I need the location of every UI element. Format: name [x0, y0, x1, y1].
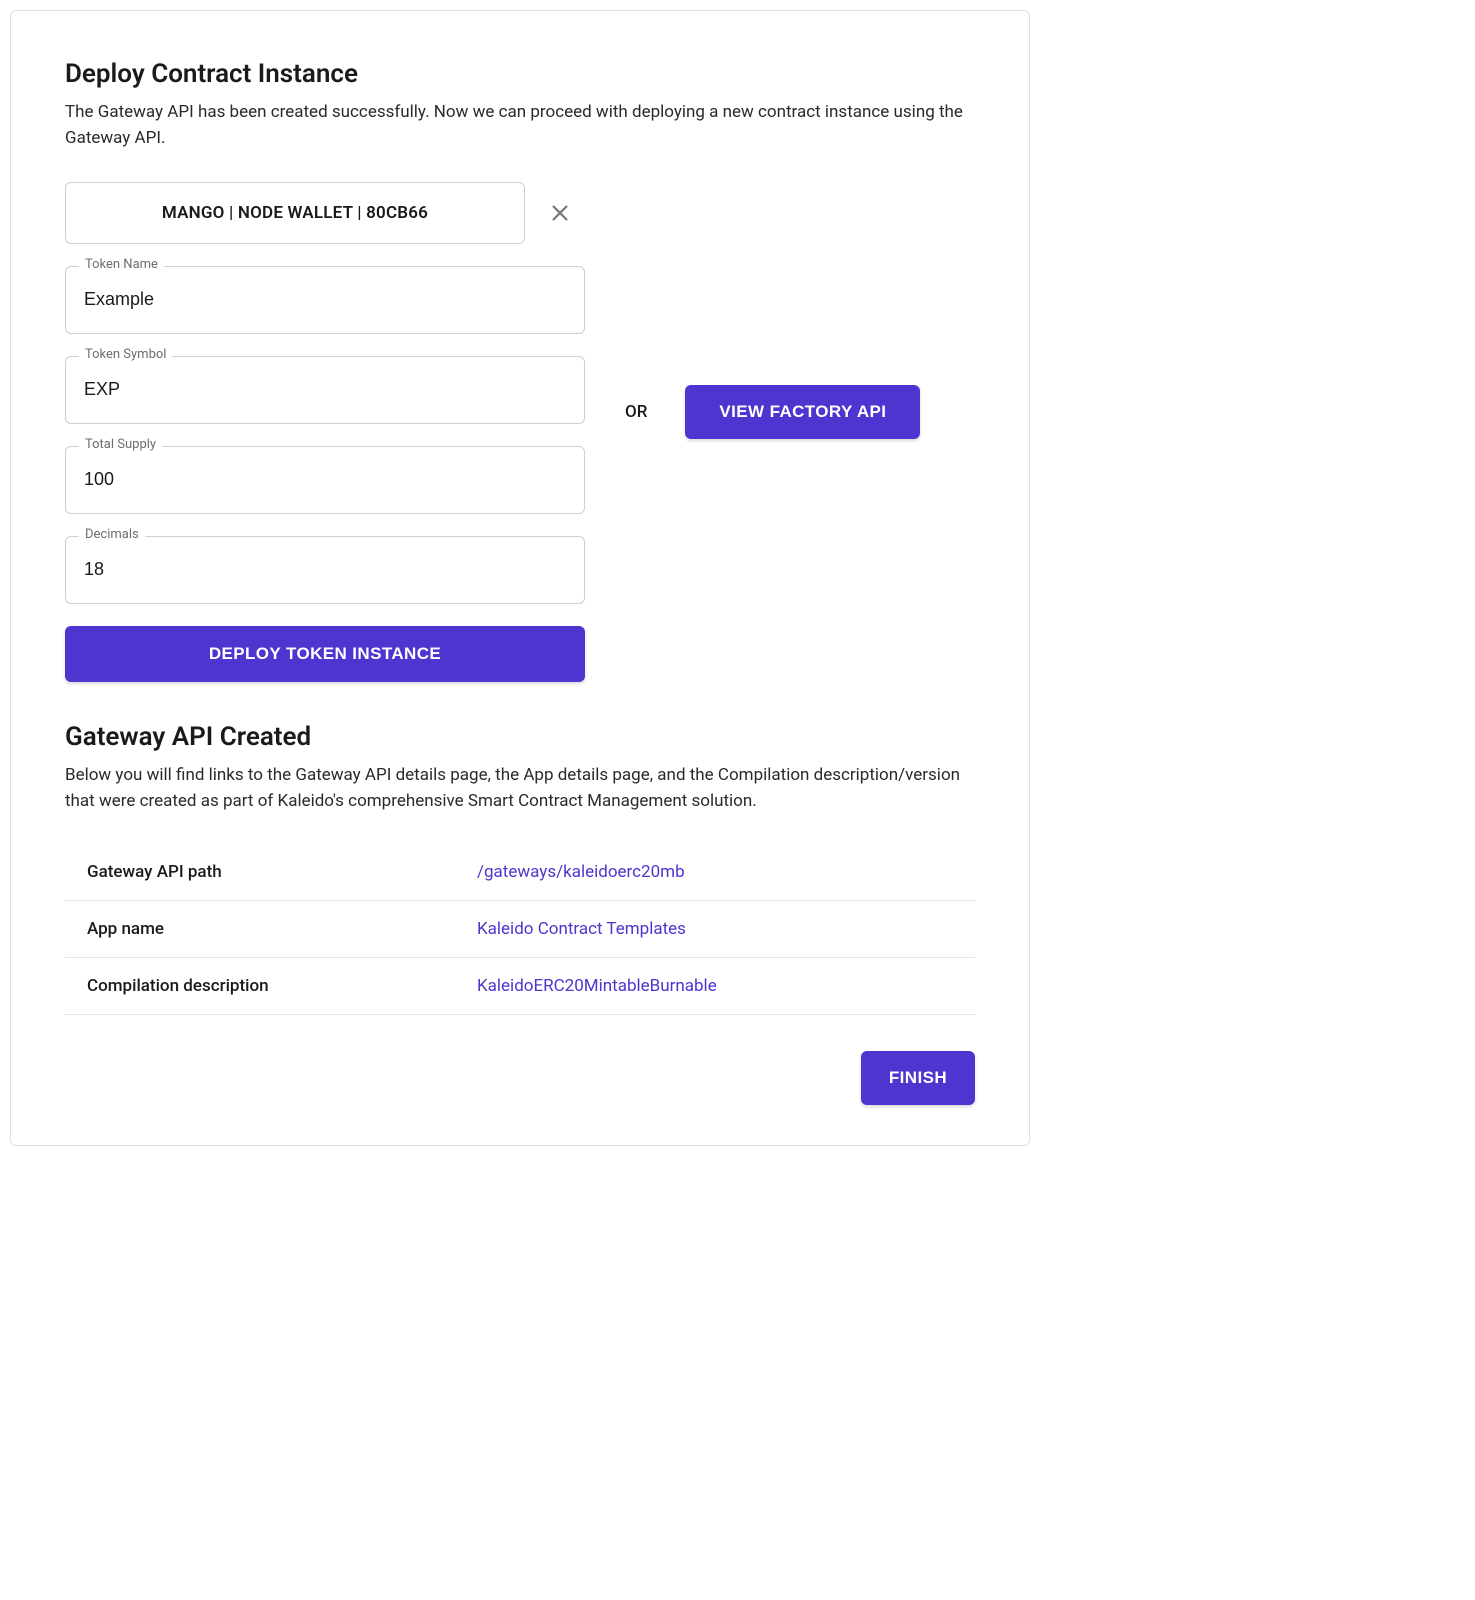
close-icon[interactable]: [549, 202, 571, 224]
token-symbol-label: Token Symbol: [79, 347, 172, 362]
compilation-link[interactable]: KaleidoERC20MintableBurnable: [477, 976, 717, 996]
decimals-input[interactable]: [65, 536, 585, 604]
deploy-form: MANGO | NODE WALLET | 80CB66 Token Name …: [65, 182, 585, 682]
wallet-row: MANGO | NODE WALLET | 80CB66: [65, 182, 585, 244]
wallet-selector[interactable]: MANGO | NODE WALLET | 80CB66: [65, 182, 525, 244]
info-label: Gateway API path: [87, 862, 477, 882]
gateway-subtext: Below you will find links to the Gateway…: [65, 762, 975, 815]
info-label: App name: [87, 919, 477, 939]
gateway-api-path-link[interactable]: /gateways/kaleidoerc20mb: [477, 862, 685, 882]
finish-button[interactable]: FINISH: [861, 1051, 975, 1105]
gateway-section: Gateway API Created Below you will find …: [65, 722, 975, 1106]
deploy-subtext: The Gateway API has been created success…: [65, 99, 975, 152]
deploy-heading: Deploy Contract Instance: [65, 59, 975, 89]
gateway-heading: Gateway API Created: [65, 722, 975, 752]
total-supply-label: Total Supply: [79, 437, 162, 452]
info-row-gateway-api-path: Gateway API path /gateways/kaleidoerc20m…: [65, 844, 975, 901]
token-name-input[interactable]: [65, 266, 585, 334]
total-supply-field: Total Supply: [65, 446, 585, 514]
view-factory-api-button[interactable]: VIEW FACTORY API: [685, 385, 920, 439]
or-separator: OR: [625, 402, 647, 422]
gateway-info-table: Gateway API path /gateways/kaleidoerc20m…: [65, 844, 975, 1015]
footer-actions: FINISH: [65, 1051, 975, 1105]
decimals-label: Decimals: [79, 527, 145, 542]
info-label: Compilation description: [87, 976, 477, 996]
token-name-label: Token Name: [79, 257, 164, 272]
alt-column: OR VIEW FACTORY API: [625, 385, 920, 439]
token-symbol-input[interactable]: [65, 356, 585, 424]
info-row-app-name: App name Kaleido Contract Templates: [65, 901, 975, 958]
app-name-link[interactable]: Kaleido Contract Templates: [477, 919, 686, 939]
total-supply-input[interactable]: [65, 446, 585, 514]
decimals-field: Decimals: [65, 536, 585, 604]
info-row-compilation: Compilation description KaleidoERC20Mint…: [65, 958, 975, 1015]
deploy-row: MANGO | NODE WALLET | 80CB66 Token Name …: [65, 182, 975, 682]
deploy-card: Deploy Contract Instance The Gateway API…: [10, 10, 1030, 1146]
token-name-field: Token Name: [65, 266, 585, 334]
deploy-token-button[interactable]: DEPLOY TOKEN INSTANCE: [65, 626, 585, 682]
token-symbol-field: Token Symbol: [65, 356, 585, 424]
